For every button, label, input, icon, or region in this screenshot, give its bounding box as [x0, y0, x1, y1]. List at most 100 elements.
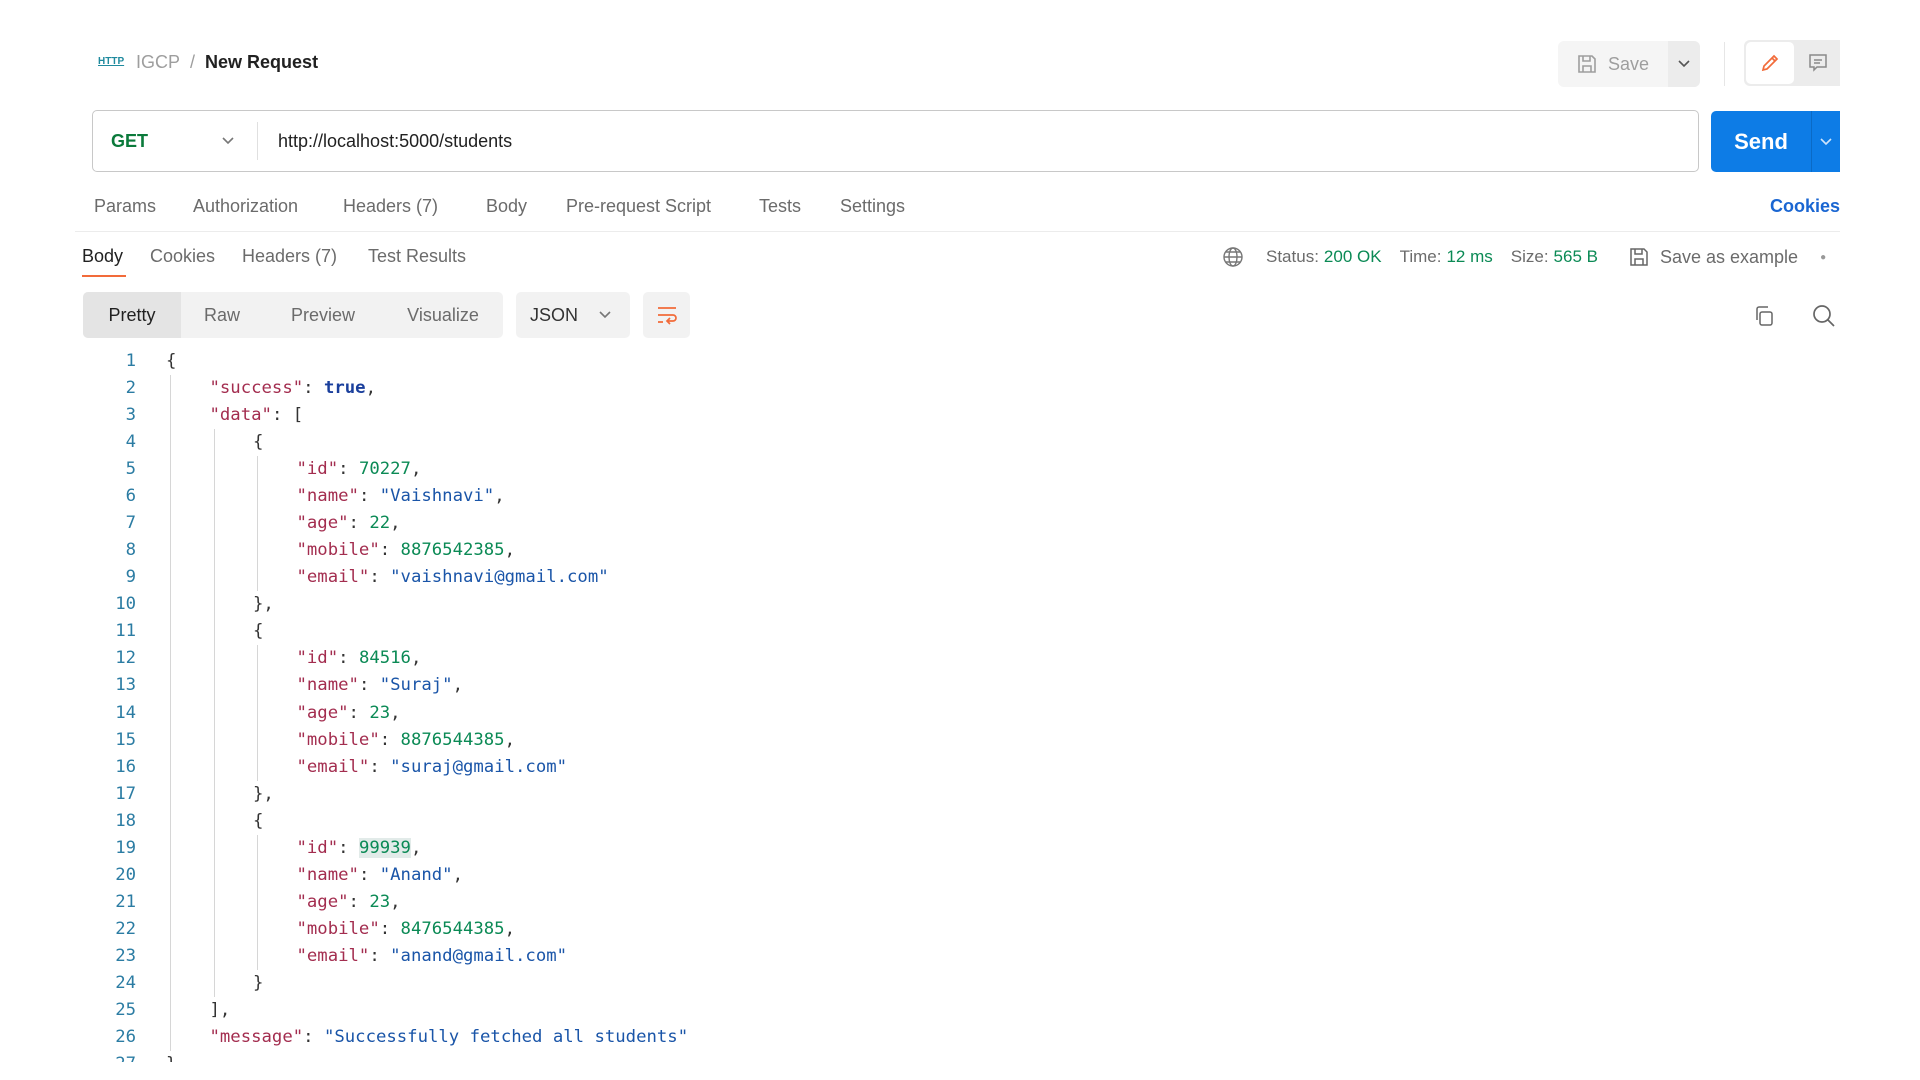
comments-button[interactable]	[1796, 40, 1840, 86]
code-token: :	[338, 459, 359, 480]
response-status: Status: 200 OK Time: 12 ms Size: 565 B S…	[1222, 246, 1826, 268]
view-visualize[interactable]: Visualize	[383, 292, 503, 338]
line-number: 12	[115, 648, 136, 669]
code-token: :	[369, 945, 391, 966]
save-button-group: Save	[1558, 41, 1700, 87]
format-select[interactable]: JSON	[516, 292, 630, 338]
code-line: },	[253, 781, 274, 808]
response-tab-cookies[interactable]: Cookies	[150, 246, 215, 267]
code-token: :	[303, 1027, 324, 1047]
more-icon[interactable]: ●	[1820, 252, 1826, 263]
code-token: 84516	[358, 648, 411, 669]
response-tab-headers[interactable]: Headers (7)	[242, 246, 337, 267]
code-token: :	[338, 837, 359, 858]
url-input[interactable]: http://localhost:5000/students	[258, 131, 512, 152]
tab-settings[interactable]: Settings	[840, 196, 905, 217]
code-line: "id": 99939,	[297, 835, 421, 862]
chevron-down-icon	[599, 311, 611, 319]
divider	[75, 231, 1840, 232]
code-token: :	[358, 675, 380, 696]
line-number: 27	[90, 1051, 136, 1062]
code-line: "name": "Vaishnavi",	[297, 483, 505, 510]
code-token: "id"	[296, 459, 339, 480]
line-number: 13	[115, 675, 136, 696]
line-number: 4	[125, 432, 136, 453]
comment-icon	[1809, 54, 1827, 72]
code-token: "suraj@gmail.com"	[390, 756, 568, 777]
code-line: {	[253, 808, 263, 835]
code-line: "mobile": 8876542385,	[297, 537, 516, 564]
code-token: }	[166, 1054, 176, 1062]
code-token: "age"	[296, 702, 349, 723]
view-pretty[interactable]: Pretty	[83, 292, 181, 338]
line-number: 9	[125, 567, 136, 588]
line-number: 24	[115, 972, 136, 993]
code-token: ],	[209, 999, 231, 1020]
code-line: }	[253, 970, 263, 997]
edit-button[interactable]	[1746, 42, 1794, 84]
indent-guide	[213, 429, 215, 997]
line-number: 16	[115, 756, 136, 777]
status-value[interactable]: 200 OK	[1324, 247, 1382, 267]
code-token: :	[338, 648, 359, 669]
response-body-editor[interactable]: 1 {2 "success": true, 3 "data": [4 {5 "id": 70…	[90, 348, 1840, 1062]
code-line: }	[166, 1051, 176, 1062]
code-token: :	[358, 864, 380, 885]
http-icon: HTTP	[98, 56, 125, 67]
code-token: "mobile"	[296, 729, 380, 750]
save-options-button[interactable]	[1668, 41, 1700, 87]
line-number: 3	[125, 405, 136, 426]
tab-pre-request-script[interactable]: Pre-request Script	[566, 196, 711, 217]
search-icon[interactable]	[1811, 303, 1837, 329]
code-token: ,	[494, 486, 505, 507]
code-token: {	[253, 621, 264, 642]
code-token: 8476544385	[400, 918, 505, 939]
line-number: 21	[115, 891, 136, 912]
request-title[interactable]: New Request	[205, 52, 318, 73]
time-label: Time:	[1399, 247, 1442, 266]
code-token: ,	[390, 891, 401, 912]
size-value[interactable]: 565 B	[1554, 247, 1598, 267]
code-line: "name": "Anand",	[297, 862, 464, 889]
pencil-icon	[1761, 54, 1779, 72]
view-preview[interactable]: Preview	[263, 292, 383, 338]
line-number: 10	[115, 594, 136, 615]
time-value[interactable]: 12 ms	[1446, 247, 1492, 267]
tab-body[interactable]: Body	[486, 196, 527, 217]
code-token: "Anand"	[379, 864, 453, 885]
code-token: {	[253, 432, 264, 453]
code-token: :	[379, 540, 401, 561]
view-raw[interactable]: Raw	[181, 292, 263, 338]
copy-icon[interactable]	[1752, 304, 1776, 328]
code-token: 8876542385	[400, 540, 505, 561]
response-tab-body[interactable]: Body	[82, 246, 123, 267]
code-token: "Successfully fetched all students"	[323, 1027, 689, 1047]
line-number: 25	[115, 999, 136, 1020]
code-token: 70227	[358, 459, 411, 480]
breadcrumb-workspace[interactable]: IGCP	[136, 52, 180, 73]
chevron-down-icon	[1820, 137, 1832, 145]
response-tab-test-results[interactable]: Test Results	[368, 246, 466, 267]
tab-headers[interactable]: Headers (7)	[343, 196, 438, 217]
save-as-example-button[interactable]: Save as example	[1660, 247, 1798, 268]
globe-icon[interactable]	[1222, 246, 1244, 268]
method-select[interactable]: GET	[93, 122, 258, 160]
send-options-button[interactable]	[1811, 111, 1840, 172]
tab-params[interactable]: Params	[94, 196, 156, 217]
wrap-lines-button[interactable]	[643, 292, 690, 338]
code-token: "data"	[209, 405, 272, 426]
code-token: ,	[365, 378, 376, 399]
code-line: "age": 22,	[297, 510, 401, 537]
code-token: "name"	[296, 675, 359, 696]
line-number: 8	[125, 540, 136, 561]
tab-authorization[interactable]: Authorization	[193, 196, 298, 217]
save-button[interactable]: Save	[1558, 53, 1668, 75]
code-token: "email"	[296, 756, 370, 777]
cookies-link[interactable]: Cookies	[1770, 196, 1840, 217]
tab-tests[interactable]: Tests	[759, 196, 801, 217]
line-number: 23	[115, 945, 136, 966]
send-button[interactable]: Send	[1711, 129, 1811, 155]
code-token: },	[253, 594, 274, 615]
line-number: 20	[115, 864, 136, 885]
chevron-down-icon	[222, 137, 234, 145]
